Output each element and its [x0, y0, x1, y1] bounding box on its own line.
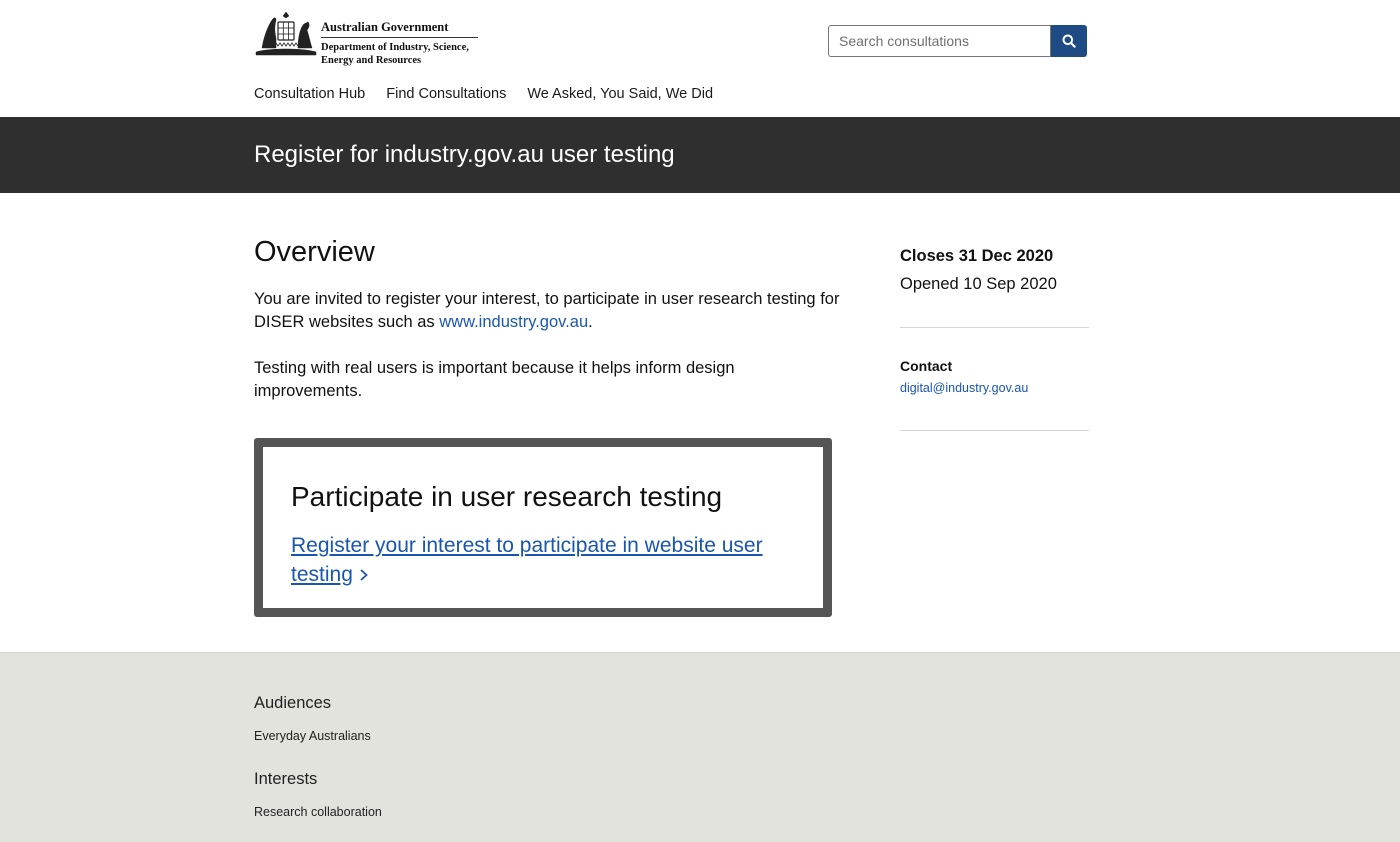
search-button[interactable] [1051, 25, 1087, 57]
main-nav: Consultation Hub Find Consultations We A… [254, 86, 713, 102]
title-band: Register for industry.gov.au user testin… [0, 117, 1400, 193]
cta-heading: Participate in user research testing [291, 481, 723, 512]
nav-item-find-consultations[interactable]: Find Consultations [386, 86, 506, 102]
overview-paragraph-1: You are invited to register your interes… [254, 288, 844, 334]
industry-website-link[interactable]: www.industry.gov.au [439, 313, 588, 331]
interests-heading: Interests [254, 770, 318, 788]
search-form [828, 25, 1087, 57]
interest-item-research-collaboration[interactable]: Research collaboration [254, 805, 382, 819]
page-title: Register for industry.gov.au user testin… [254, 141, 675, 168]
page-footer: Audiences Everyday Australians Interests… [0, 652, 1400, 842]
overview-heading: Overview [254, 236, 375, 268]
coat-of-arms-icon [255, 11, 317, 56]
audience-item-everyday-australians[interactable]: Everyday Australians [254, 729, 371, 743]
department-name: Department of Industry, Science, Energy … [321, 42, 469, 66]
sidebar-divider [900, 430, 1089, 431]
government-logo[interactable]: Australian Government Department of Indu… [254, 8, 480, 72]
search-input[interactable] [828, 25, 1051, 57]
contact-email-link[interactable]: digital@industry.gov.au [900, 381, 1028, 395]
site-header: Australian Government Department of Indu… [0, 0, 1400, 117]
nav-item-we-asked-you-said[interactable]: We Asked, You Said, We Did [527, 86, 713, 102]
government-name: Australian Government [321, 20, 478, 38]
opening-date: Opened 10 Sep 2020 [900, 275, 1057, 293]
chevron-right-icon [360, 569, 368, 582]
sidebar-divider [900, 327, 1089, 328]
closing-date: Closes 31 Dec 2020 [900, 247, 1054, 265]
audiences-heading: Audiences [254, 694, 332, 712]
register-interest-link[interactable]: Register your interest to participate in… [291, 531, 791, 589]
overview-paragraph-2: Testing with real users is important bec… [254, 359, 735, 400]
overview-paragraph-1-end: . [588, 313, 593, 331]
search-icon [1062, 34, 1076, 48]
contact-label: Contact [900, 358, 953, 374]
nav-item-consultation-hub[interactable]: Consultation Hub [254, 86, 365, 102]
call-to-action-box: Participate in user research testing Reg… [254, 438, 832, 617]
